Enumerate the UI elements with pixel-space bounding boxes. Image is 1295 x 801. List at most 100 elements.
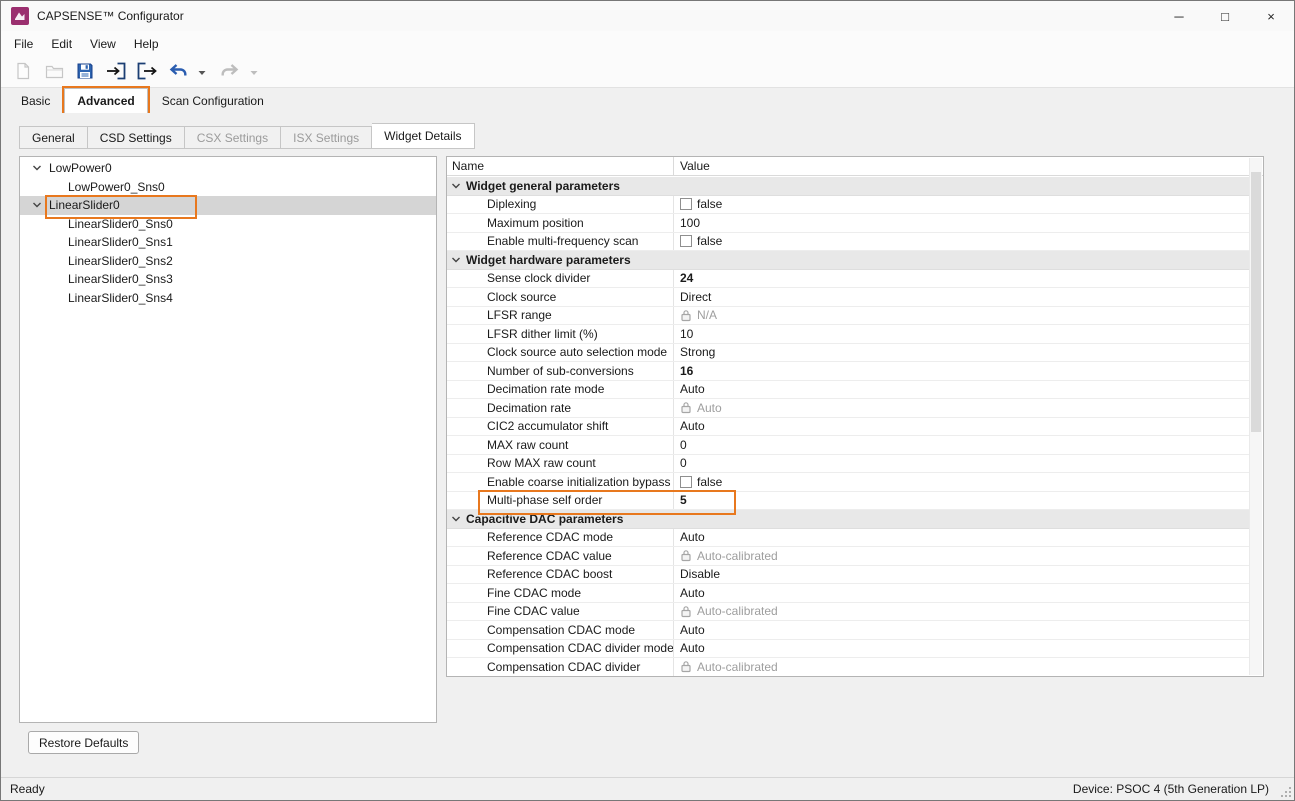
sub-tab-bar: GeneralCSD SettingsCSX SettingsISX Setti… (19, 123, 475, 149)
property-value[interactable]: false (674, 196, 1249, 214)
property-row-enable-coarse-initialization-bypass[interactable]: Enable coarse initialization bypassfalse (447, 473, 1249, 492)
tree-item-linearslider0-sns0[interactable]: LinearSlider0_Sns0 (20, 215, 436, 234)
property-value[interactable]: N/A (674, 307, 1249, 325)
property-value[interactable]: false (674, 233, 1249, 251)
property-value[interactable]: Disable (674, 566, 1249, 584)
menu-file[interactable]: File (5, 33, 42, 55)
property-row-max-raw-count[interactable]: MAX raw count0 (447, 436, 1249, 455)
property-value[interactable]: 16 (674, 362, 1249, 380)
property-row-clock-source[interactable]: Clock sourceDirect (447, 288, 1249, 307)
checkbox-unchecked-icon[interactable] (680, 198, 692, 210)
minimize-button[interactable]: ─ (1156, 1, 1202, 31)
property-row-decimation-rate-mode[interactable]: Decimation rate modeAuto (447, 381, 1249, 400)
restore-defaults-button[interactable]: Restore Defaults (28, 731, 139, 754)
vertical-scrollbar[interactable] (1249, 158, 1262, 675)
subtab-general[interactable]: General (19, 126, 88, 149)
property-name: Enable multi-frequency scan (447, 233, 674, 251)
value-text: 100 (680, 216, 700, 230)
property-row-cic2-accumulator-shift[interactable]: CIC2 accumulator shiftAuto (447, 418, 1249, 437)
property-row-clock-source-auto-selection-mode[interactable]: Clock source auto selection modeStrong (447, 344, 1249, 363)
expander-chevron-down-icon[interactable] (451, 181, 461, 191)
property-row-enable-multi-frequency-scan[interactable]: Enable multi-frequency scanfalse (447, 233, 1249, 252)
undo-button[interactable] (164, 59, 192, 85)
checkbox-unchecked-icon[interactable] (680, 476, 692, 488)
property-row-reference-cdac-value[interactable]: Reference CDAC valueAuto-calibrated (447, 547, 1249, 566)
tab-scan-configuration[interactable]: Scan Configuration (150, 89, 276, 113)
property-value[interactable]: 0 (674, 436, 1249, 454)
checkbox-unchecked-icon[interactable] (680, 235, 692, 247)
tab-basic[interactable]: Basic (9, 89, 62, 113)
property-value[interactable]: Auto (674, 640, 1249, 658)
property-row-lfsr-range[interactable]: LFSR rangeN/A (447, 307, 1249, 326)
property-value[interactable]: Auto (674, 399, 1249, 417)
property-value[interactable]: Auto-calibrated (674, 603, 1249, 621)
property-value[interactable]: 10 (674, 325, 1249, 343)
property-row-sense-clock-divider[interactable]: Sense clock divider24 (447, 270, 1249, 289)
tree-item-linearslider0-sns4[interactable]: LinearSlider0_Sns4 (20, 289, 436, 308)
section-widget-general-parameters[interactable]: Widget general parameters (447, 177, 1249, 196)
property-value[interactable]: 0 (674, 455, 1249, 473)
export-button[interactable] (133, 59, 161, 85)
property-name: Row MAX raw count (447, 455, 674, 473)
close-button[interactable]: × (1248, 1, 1294, 31)
property-value[interactable]: Auto (674, 584, 1249, 602)
menu-view[interactable]: View (81, 33, 125, 55)
property-name: Compensation CDAC divider (447, 658, 674, 676)
expander-chevron-down-icon[interactable] (451, 255, 461, 265)
property-value[interactable]: Auto (674, 621, 1249, 639)
scrollbar-thumb[interactable] (1251, 172, 1261, 432)
property-row-number-of-sub-conversions[interactable]: Number of sub-conversions16 (447, 362, 1249, 381)
import-button[interactable] (102, 59, 130, 85)
property-row-compensation-cdac-mode[interactable]: Compensation CDAC modeAuto (447, 621, 1249, 640)
property-table-header: Name Value (447, 157, 1263, 176)
value-text: Auto (680, 586, 705, 600)
property-value[interactable]: 100 (674, 214, 1249, 232)
property-row-row-max-raw-count[interactable]: Row MAX raw count0 (447, 455, 1249, 474)
property-value[interactable]: 24 (674, 270, 1249, 288)
property-value[interactable]: Direct (674, 288, 1249, 306)
property-row-fine-cdac-mode[interactable]: Fine CDAC modeAuto (447, 584, 1249, 603)
property-value[interactable]: Auto (674, 381, 1249, 399)
subtab-csd-settings[interactable]: CSD Settings (88, 126, 185, 149)
section-capacitive-dac-parameters[interactable]: Capacitive DAC parameters (447, 510, 1249, 529)
property-value[interactable]: Auto (674, 418, 1249, 436)
value-text: 10 (680, 327, 693, 341)
subtab-widget-details[interactable]: Widget Details (372, 123, 474, 149)
expander-chevron-down-icon[interactable] (32, 163, 44, 173)
menu-help[interactable]: Help (125, 33, 168, 55)
open-file-icon (44, 61, 65, 84)
property-value[interactable]: Auto-calibrated (674, 547, 1249, 565)
save-icon (75, 61, 95, 84)
property-row-reference-cdac-boost[interactable]: Reference CDAC boostDisable (447, 566, 1249, 585)
property-row-multi-phase-self-order[interactable]: Multi-phase self order5 (447, 492, 1249, 511)
tab-advanced[interactable]: Advanced (64, 88, 147, 113)
expander-chevron-down-icon[interactable] (451, 514, 461, 524)
property-row-compensation-cdac-divider-mode[interactable]: Compensation CDAC divider modeAuto (447, 640, 1249, 659)
tree-item-lowpower0-sns0[interactable]: LowPower0_Sns0 (20, 178, 436, 197)
property-value[interactable]: 5 (674, 492, 1249, 510)
property-row-decimation-rate[interactable]: Decimation rateAuto (447, 399, 1249, 418)
menu-edit[interactable]: Edit (42, 33, 81, 55)
property-row-maximum-position[interactable]: Maximum position100 (447, 214, 1249, 233)
property-row-lfsr-dither-limit[interactable]: LFSR dither limit (%)10 (447, 325, 1249, 344)
property-row-reference-cdac-mode[interactable]: Reference CDAC modeAuto (447, 529, 1249, 548)
tree-item-lowpower0[interactable]: LowPower0 (20, 159, 436, 178)
property-row-diplexing[interactable]: Diplexingfalse (447, 196, 1249, 215)
tree-item-linearslider0-sns2[interactable]: LinearSlider0_Sns2 (20, 252, 436, 271)
property-value[interactable]: Strong (674, 344, 1249, 362)
property-value[interactable]: Auto-calibrated (674, 658, 1249, 676)
value-text: Disable (680, 567, 720, 581)
undo-dropdown-caret[interactable] (195, 59, 208, 85)
property-row-compensation-cdac-divider[interactable]: Compensation CDAC dividerAuto-calibrated (447, 658, 1249, 676)
resize-grip[interactable] (1280, 786, 1292, 798)
maximize-button[interactable]: □ (1202, 1, 1248, 31)
tree-item-linearslider0[interactable]: LinearSlider0 (20, 196, 436, 215)
expander-chevron-down-icon[interactable] (32, 200, 44, 210)
save-button[interactable] (71, 59, 99, 85)
property-value[interactable]: false (674, 473, 1249, 491)
tree-item-linearslider0-sns3[interactable]: LinearSlider0_Sns3 (20, 270, 436, 289)
property-row-fine-cdac-value[interactable]: Fine CDAC valueAuto-calibrated (447, 603, 1249, 622)
section-widget-hardware-parameters[interactable]: Widget hardware parameters (447, 251, 1249, 270)
property-value[interactable]: Auto (674, 529, 1249, 547)
tree-item-linearslider0-sns1[interactable]: LinearSlider0_Sns1 (20, 233, 436, 252)
